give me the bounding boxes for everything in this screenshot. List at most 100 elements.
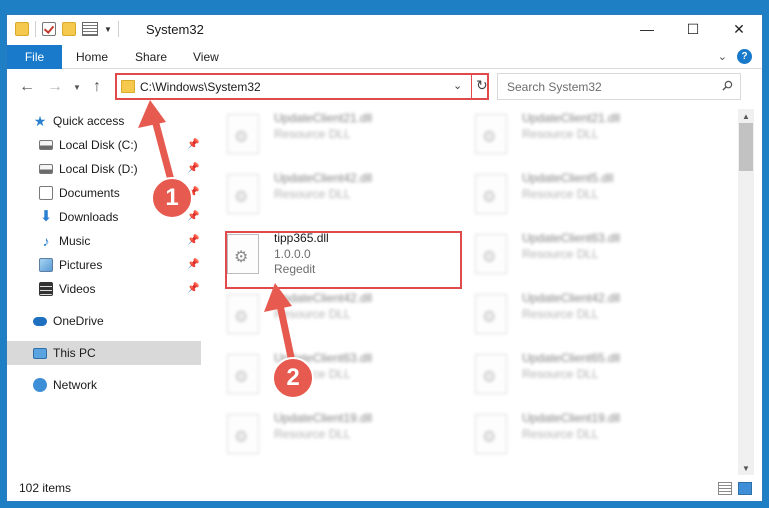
pin-icon[interactable]: 📌 — [187, 283, 199, 294]
pin-icon[interactable]: 📌 — [187, 139, 199, 150]
details-view-icon[interactable] — [718, 482, 732, 495]
file-item[interactable]: ⚙ UpdateClient42.dll Resource DLL — [221, 289, 451, 339]
music-icon: ♪ — [42, 233, 50, 249]
up-arrow-icon[interactable]: ↑ — [93, 78, 101, 96]
recent-locations-chevron-icon[interactable]: ▼ — [73, 83, 81, 92]
scroll-up-arrow-icon[interactable]: ▲ — [738, 109, 754, 123]
file-item[interactable]: ⚙ UpdateClient42.dll Resource DLL — [221, 169, 451, 219]
back-arrow-icon[interactable]: ← — [19, 78, 35, 96]
search-input[interactable]: Search System32 — [497, 73, 741, 100]
sidebar-item-videos[interactable]: Videos — [7, 277, 201, 301]
toolbar-dropdown-icon[interactable]: ▼ — [104, 25, 112, 34]
file-item[interactable]: ⚙ UpdateClient21.dll Resource DLL — [221, 109, 451, 159]
address-dropdown-chevron-icon[interactable]: ⌄ — [453, 79, 462, 92]
sidebar-item-quick-access[interactable]: ★ Quick access — [7, 109, 201, 133]
file-item[interactable]: ⚙ UpdateClient5.dll Resource DLL — [469, 169, 699, 219]
dll-file-icon: ⚙ — [475, 414, 507, 454]
window-title: System32 — [146, 22, 204, 37]
forward-arrow-icon[interactable]: → — [47, 78, 63, 96]
file-description: Resource DLL — [274, 127, 351, 141]
pictures-icon — [39, 258, 53, 272]
file-name: UpdateClient19.dll — [274, 411, 373, 425]
search-icon[interactable] — [722, 80, 733, 91]
file-name: UpdateClient42.dll — [522, 291, 621, 305]
file-item[interactable]: ⚙ UpdateClient19.dll Resource DLL — [221, 409, 451, 459]
star-icon: ★ — [33, 113, 47, 129]
file-description: Resource DLL — [274, 427, 351, 441]
downloads-icon: ⬇ — [39, 208, 53, 225]
sidebar-item-label: This PC — [53, 346, 96, 360]
file-explorer-window: ▼ System32 — ☐ ✕ File Home Share View ⌄ … — [6, 14, 763, 502]
sidebar-item-onedrive[interactable]: OneDrive — [7, 309, 201, 333]
tab-file[interactable]: File — [7, 45, 62, 69]
sidebar-item-label: Local Disk (C:) — [59, 138, 138, 152]
sidebar-item-network[interactable]: Network — [7, 373, 201, 397]
file-description: Resource DLL — [522, 187, 599, 201]
expand-ribbon-chevron-icon[interactable]: ⌄ — [718, 50, 727, 63]
pin-icon[interactable]: 📌 — [187, 163, 199, 174]
file-item[interactable]: ⚙ UpdateClient65.dll Resource DLL — [469, 349, 699, 399]
sidebar-item-label: Documents — [59, 186, 120, 200]
file-list: ⚙ UpdateClient21.dll Resource DLL ⚙ Upda… — [221, 109, 733, 475]
dll-file-icon: ⚙ — [475, 234, 507, 274]
minimize-button[interactable]: — — [624, 15, 670, 43]
toolbar-divider — [35, 21, 36, 37]
dll-file-icon: ⚙ — [227, 114, 259, 154]
network-icon — [33, 378, 47, 392]
maximize-button[interactable]: ☐ — [670, 15, 716, 43]
pin-icon[interactable]: 📌 — [187, 235, 199, 246]
step-1-badge: 1 — [151, 177, 193, 219]
file-name: UpdateClient42.dll — [274, 291, 373, 305]
large-icons-view-icon[interactable] — [738, 482, 752, 495]
file-description: Resource DLL — [522, 127, 599, 141]
sidebar-item-music[interactable]: ♪ Music — [7, 229, 201, 253]
navigation-pane: ★ Quick access Local Disk (C:) 📌 Local D… — [7, 109, 201, 473]
file-name: UpdateClient21.dll — [522, 111, 621, 125]
close-button[interactable]: ✕ — [716, 15, 762, 43]
new-folder-icon[interactable] — [62, 22, 76, 36]
sidebar-item-label: Downloads — [59, 210, 119, 224]
customize-toolbar-icon[interactable] — [82, 22, 98, 36]
dll-file-icon: ⚙ — [475, 354, 507, 394]
file-name: UpdateClient65.dll — [522, 351, 621, 365]
address-divider — [471, 75, 472, 98]
window-controls: — ☐ ✕ — [624, 15, 762, 43]
file-name: UpdateClient42.dll — [274, 171, 373, 185]
address-path[interactable]: C:\Windows\System32 — [140, 80, 261, 94]
dll-file-icon: ⚙ — [475, 294, 507, 334]
file-item[interactable]: ⚙ UpdateClient21.dll Resource DLL — [469, 109, 699, 159]
properties-check-icon[interactable] — [42, 22, 56, 36]
file-item[interactable]: ⚙ UpdateClient42.dll Resource DLL — [469, 289, 699, 339]
file-item[interactable]: ⚙ UpdateClient63.dll Resource DLL — [221, 349, 451, 399]
tab-home[interactable]: Home — [76, 45, 108, 69]
help-icon[interactable]: ? — [737, 49, 752, 64]
scroll-thumb[interactable] — [739, 123, 753, 171]
view-switcher — [718, 482, 752, 495]
cloud-icon — [33, 316, 47, 326]
file-item[interactable]: ⚙ UpdateClient63.dll Resource DLL — [469, 229, 699, 279]
vertical-scrollbar[interactable]: ▲ ▼ — [738, 109, 754, 475]
refresh-icon[interactable]: ↻ — [476, 77, 488, 94]
videos-icon — [39, 282, 53, 296]
file-description: Resource DLL — [274, 307, 351, 321]
disk-icon — [39, 140, 53, 150]
toolbar-divider — [117, 21, 119, 37]
pin-icon[interactable]: 📌 — [187, 259, 199, 270]
sidebar-item-this-pc[interactable]: This PC — [7, 341, 201, 365]
tab-view[interactable]: View — [193, 45, 219, 69]
file-name: UpdateClient19.dll — [522, 411, 621, 425]
pin-icon[interactable]: 📌 — [187, 211, 199, 222]
scroll-down-arrow-icon[interactable]: ▼ — [738, 461, 754, 475]
sidebar-item-pictures[interactable]: Pictures — [7, 253, 201, 277]
tab-share[interactable]: Share — [135, 45, 167, 69]
disk-icon — [39, 164, 53, 174]
file-description: Resource DLL — [522, 427, 599, 441]
computer-icon — [33, 347, 47, 359]
file-description: Resource DLL — [274, 187, 351, 201]
folder-icon[interactable] — [15, 22, 29, 36]
navigation-bar: ← → ▼ ↑ C:\Windows\System32 ⌄ ↻ Search S… — [7, 70, 762, 102]
sidebar-item-local-disk-c[interactable]: Local Disk (C:) — [7, 133, 201, 157]
dll-file-icon: ⚙ — [475, 174, 507, 214]
address-bar[interactable]: C:\Windows\System32 ⌄ ↻ — [115, 73, 489, 100]
file-item[interactable]: ⚙ UpdateClient19.dll Resource DLL — [469, 409, 699, 459]
